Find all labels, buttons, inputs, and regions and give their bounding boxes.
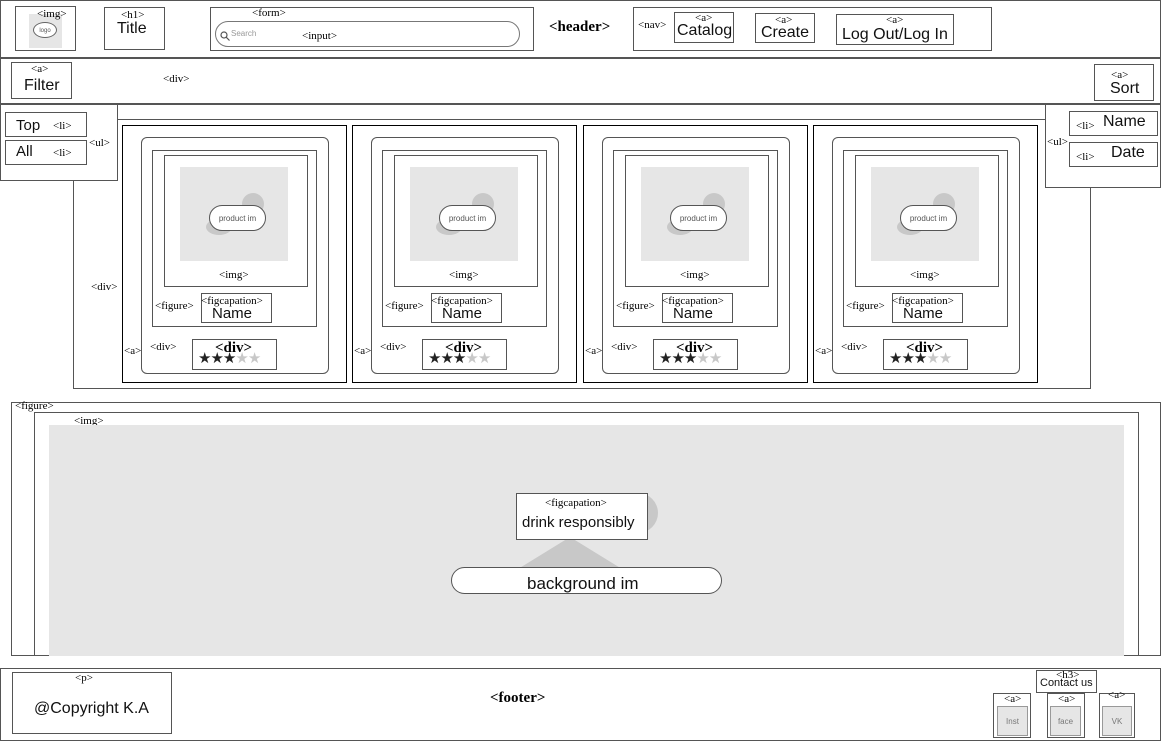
nav-login-label: Log Out/Log In [842,26,948,43]
star-empty-icon: ★ [247,350,261,367]
footer-tag: <footer> [490,690,546,706]
card-figure-tag: <figure> [155,300,194,312]
banner-caption-tag: <figcapation> [545,497,607,509]
filter-label: Filter [24,77,60,94]
banner-figure-tag: <figure> [15,400,54,412]
social-inst-tag: <a> [1004,693,1022,705]
footer [0,668,1161,741]
star-filled-icon: ★ [683,350,697,367]
banner-bg-label-text: background im [527,574,639,593]
card-a-tag: <a> [124,345,142,357]
form-tag: <form> [252,7,286,19]
nav-login-tag: <a> [886,14,904,26]
instagram-icon: Inst [997,706,1028,736]
star-empty-icon: ★ [477,350,491,367]
card-img-tag: <img> [449,269,479,281]
star-filled-icon: ★ [222,350,236,367]
star-empty-icon: ★ [696,350,709,367]
filter-ul-tag: <ul> [89,137,110,149]
rating-stars: ★★★★★ [428,350,491,368]
catalog-div-tag: <div> [91,281,118,293]
search-input[interactable] [215,21,520,47]
input-tag: <input> [302,30,338,42]
product-name: Name [442,305,483,322]
star-filled-icon: ★ [659,350,672,367]
sort-label: Sort [1110,80,1140,97]
sort-item-name-label: Name [1103,113,1146,130]
product-image-label: product im [439,205,496,231]
card-div-tag: <div> [150,341,177,353]
logo-icon: logo [33,22,57,38]
search-placeholder: Search [231,29,257,38]
card-div-tag: <div> [611,341,638,353]
sort-ul-tag: <ul> [1047,136,1068,148]
star-filled-icon: ★ [889,350,902,367]
filter-li-tag-1: <li> [53,120,72,132]
sort-item-date-label: Date [1111,144,1145,161]
star-filled-icon: ★ [210,350,223,367]
card-figure-tag: <figure> [616,300,655,312]
star-empty-icon: ★ [938,350,952,367]
product-image-label: product im [209,205,266,231]
copyright-text: @Copyright K.A [34,700,149,717]
sort-li-tag-1: <li> [1076,120,1095,132]
banner-mountain-shape [518,537,622,569]
search-icon [220,28,230,41]
star-filled-icon: ★ [440,350,453,367]
catalog-divider [73,119,1091,120]
toolbar-div-tag: <div> [163,73,190,85]
star-empty-icon: ★ [465,350,478,367]
card-figure-tag: <figure> [385,300,424,312]
card-a-tag: <a> [815,345,833,357]
filter-item-top-label: Top [16,117,41,134]
card-img-tag: <img> [680,269,710,281]
contact-text: Contact us [1040,677,1093,689]
facebook-icon: face [1050,706,1081,736]
product-name: Name [903,305,944,322]
star-filled-icon: ★ [452,350,466,367]
social-vk-tag: <a> [1108,689,1126,701]
star-filled-icon: ★ [671,350,684,367]
logo-tag: <img> [37,8,67,20]
card-div-tag: <div> [380,341,407,353]
copyright-p-tag: <p> [75,672,93,684]
product-name: Name [673,305,714,322]
card-a-tag: <a> [354,345,372,357]
star-empty-icon: ★ [926,350,939,367]
rating-stars: ★★★★★ [659,350,722,368]
card-div-tag: <div> [841,341,868,353]
nav-catalog-label: Catalog [677,22,733,39]
star-empty-icon: ★ [235,350,248,367]
filter-tag: <a> [31,63,49,75]
card-a-tag: <a> [585,345,603,357]
nav-tag: <nav> [638,19,667,31]
product-image-label: product im [670,205,727,231]
filter-item-all-label: All [16,143,33,160]
star-filled-icon: ★ [428,350,441,367]
card-img-tag: <img> [219,269,249,281]
product-image-label: product im [900,205,957,231]
social-face-tag: <a> [1058,693,1076,705]
star-filled-icon: ★ [901,350,914,367]
card-figure-tag: <figure> [846,300,885,312]
header-tag: <header> [549,19,611,35]
sort-li-tag-2: <li> [1076,151,1095,163]
product-name: Name [212,305,253,322]
rating-stars: ★★★★★ [198,350,261,368]
filter-li-tag-2: <li> [53,147,72,159]
star-filled-icon: ★ [913,350,927,367]
page-title: Title [117,20,147,37]
card-img-tag: <img> [910,269,940,281]
rating-stars: ★★★★★ [889,350,952,368]
banner-caption-text: drink responsibly [522,514,635,531]
vk-icon: VK [1102,706,1132,736]
star-empty-icon: ★ [708,350,722,367]
nav-create-label: Create [761,24,810,41]
star-filled-icon: ★ [198,350,211,367]
